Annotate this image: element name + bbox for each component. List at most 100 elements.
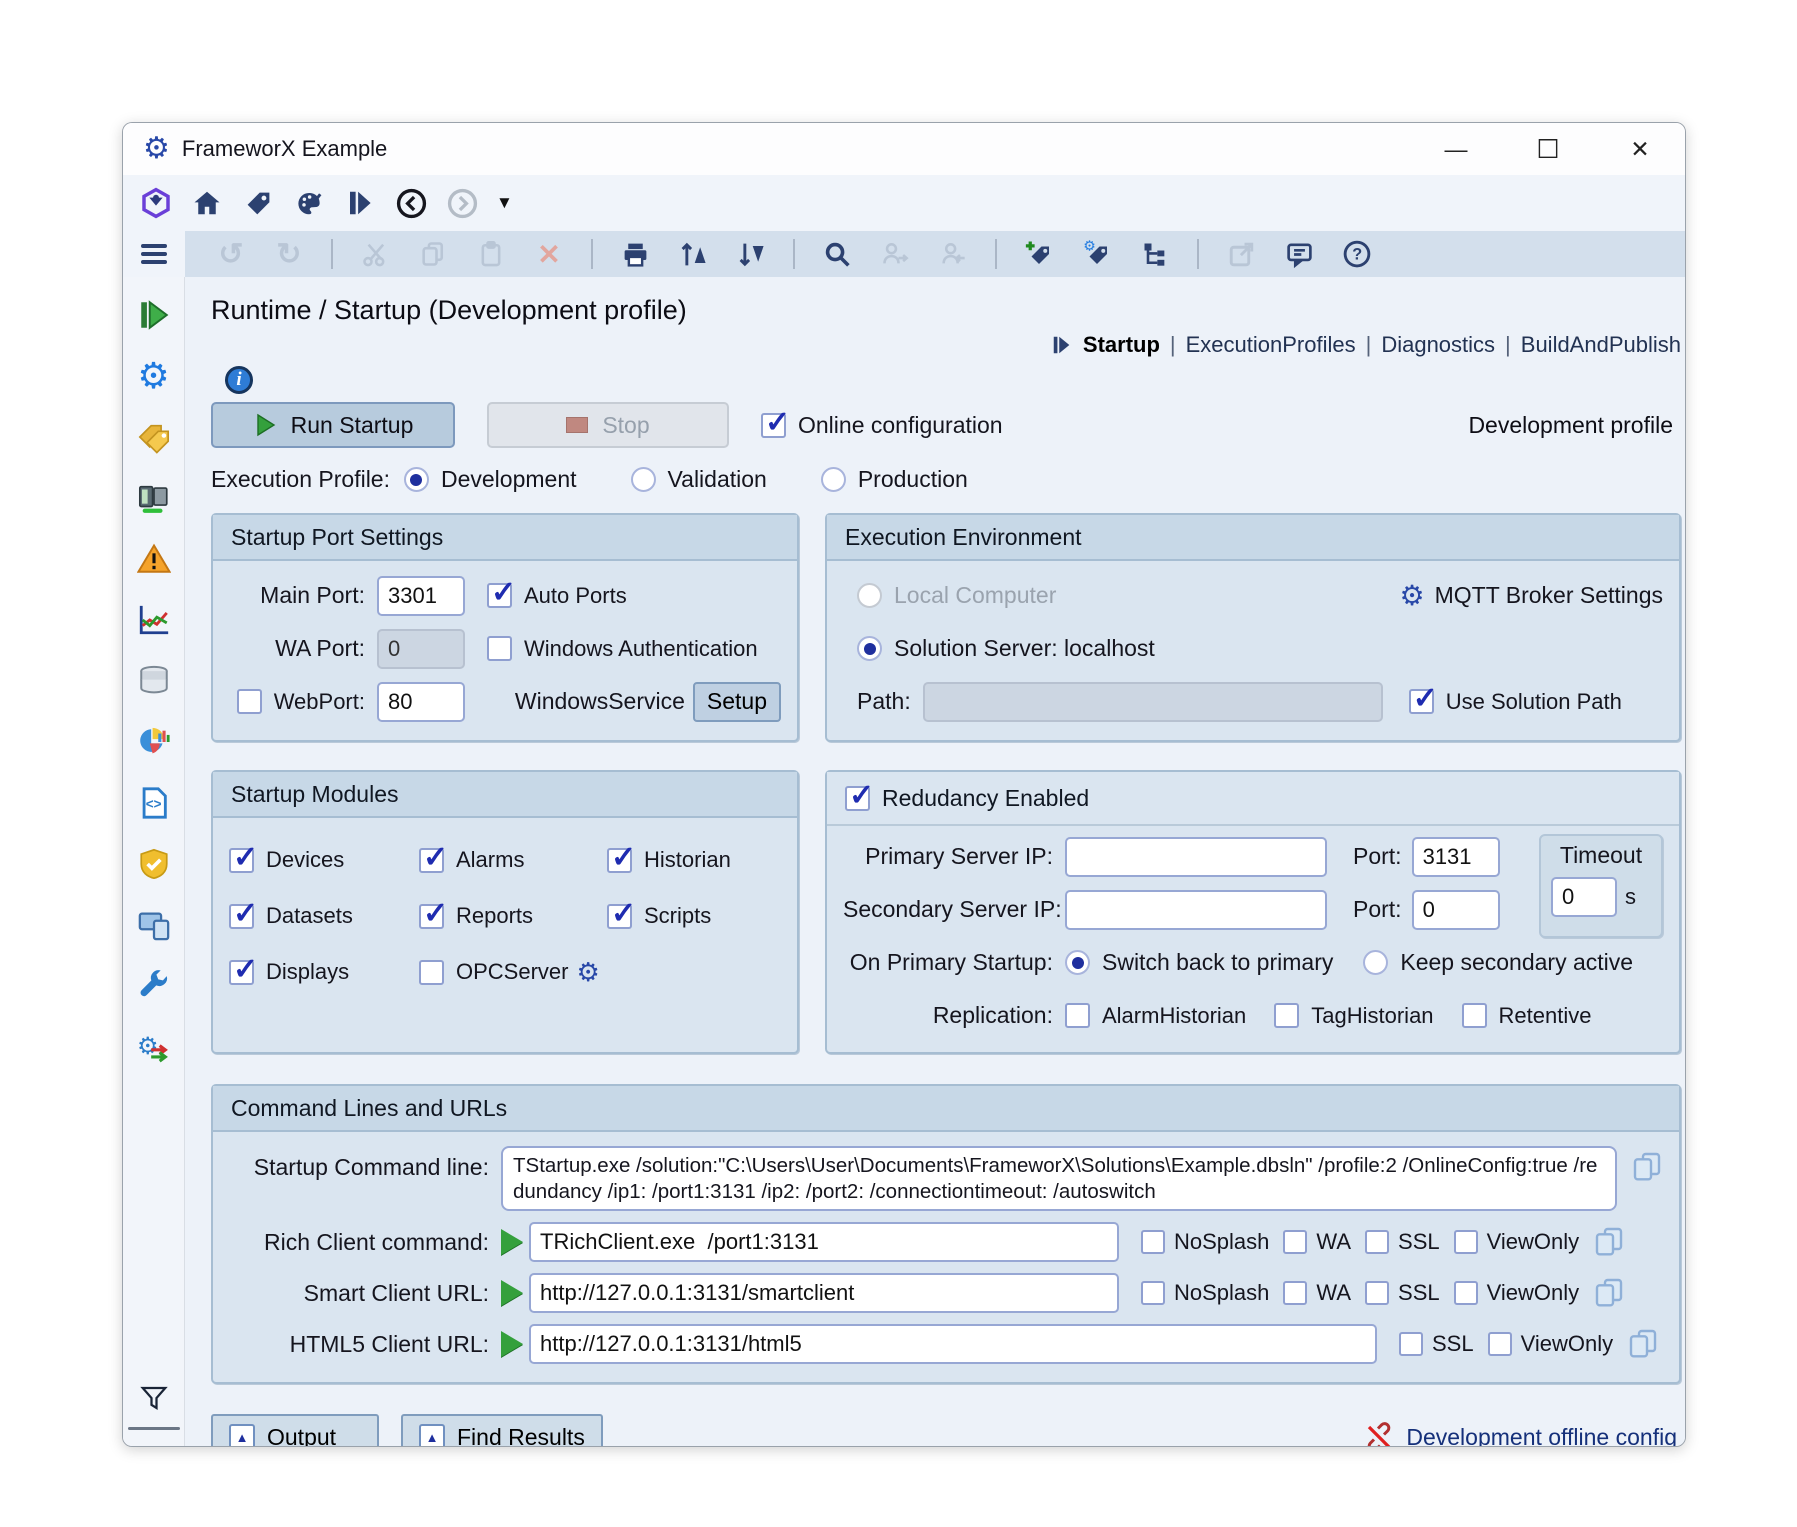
run-startup-button[interactable]: Run Startup (211, 402, 455, 448)
stop-button[interactable]: Stop (487, 402, 729, 448)
replication-alarmhistorian-checkbox[interactable]: AlarmHistorian (1065, 1003, 1246, 1029)
close-button[interactable]: ✕ (1625, 136, 1655, 163)
find-results-panel-button[interactable]: ▲ Find Results (401, 1414, 603, 1447)
copy-rich-client-icon[interactable] (1593, 1225, 1625, 1257)
module-historian-checkbox[interactable]: Historian (607, 847, 731, 873)
module-devices-checkbox[interactable]: Devices (229, 847, 419, 873)
delete-icon[interactable]: ✕ (533, 238, 565, 270)
sidebar-runtime-icon[interactable] (136, 297, 172, 333)
tags-icon[interactable] (241, 186, 275, 220)
sidebar-devices-icon[interactable] (136, 480, 172, 516)
sidebar-tools-icon[interactable] (136, 968, 172, 1004)
smart-client-url-input[interactable] (529, 1273, 1119, 1313)
add-tag-icon[interactable] (1023, 238, 1055, 270)
secondary-port-input[interactable] (1412, 890, 1500, 930)
rich-viewonly-checkbox[interactable]: ViewOnly (1454, 1229, 1580, 1255)
sidebar-trends-icon[interactable] (136, 602, 172, 638)
timeout-input[interactable] (1551, 877, 1617, 917)
run-html5-client-icon[interactable] (501, 1331, 523, 1357)
redundancy-enabled-checkbox[interactable]: Redudancy Enabled (845, 785, 1089, 812)
smart-viewonly-checkbox[interactable]: ViewOnly (1454, 1280, 1580, 1306)
tab-startup[interactable]: Startup (1083, 332, 1160, 358)
keep-secondary-radio[interactable]: Keep secondary active (1363, 949, 1633, 976)
module-alarms-checkbox[interactable]: Alarms (419, 847, 607, 873)
html5-ssl-checkbox[interactable]: SSL (1399, 1331, 1474, 1357)
sidebar-tags-icon[interactable] (136, 419, 172, 455)
opcserver-settings-icon[interactable]: ⚙ (576, 959, 599, 985)
primary-port-input[interactable] (1412, 837, 1500, 877)
windows-auth-checkbox[interactable]: Windows Authentication (487, 636, 758, 662)
filter-icon[interactable] (139, 1383, 169, 1413)
tab-executionprofiles[interactable]: ExecutionProfiles (1186, 332, 1356, 358)
user-back-icon[interactable] (937, 238, 969, 270)
themes-palette-icon[interactable] (292, 186, 326, 220)
module-reports-checkbox[interactable]: Reports (419, 903, 607, 929)
tree-view-icon[interactable] (1139, 238, 1171, 270)
sidebar-datasets-icon[interactable] (136, 663, 172, 699)
smart-ssl-checkbox[interactable]: SSL (1365, 1280, 1440, 1306)
startup-command-value[interactable]: TStartup.exe /solution:"C:\Users\User\Do… (501, 1146, 1617, 1211)
profile-development-radio[interactable]: Development (404, 466, 577, 493)
run-rich-client-icon[interactable] (501, 1229, 523, 1255)
search-icon[interactable] (821, 238, 853, 270)
resize-grip[interactable] (128, 1427, 180, 1430)
user-forward-icon[interactable] (879, 238, 911, 270)
rich-wa-checkbox[interactable]: WA (1283, 1229, 1351, 1255)
open-external-icon[interactable] (1225, 238, 1257, 270)
online-configuration-checkbox[interactable]: Online configuration (761, 412, 1003, 439)
minimize-button[interactable]: — (1441, 136, 1471, 163)
info-icon[interactable]: i (225, 366, 253, 394)
navigate-forward-icon[interactable] (445, 186, 479, 220)
help-icon[interactable]: ? (1341, 238, 1373, 270)
module-displays-checkbox[interactable]: Displays (229, 959, 419, 985)
sort-descending-icon[interactable] (735, 238, 767, 270)
tab-buildandpublish[interactable]: BuildAndPublish (1521, 332, 1681, 358)
mqtt-broker-settings-link[interactable]: ⚙ MQTT Broker Settings (1400, 582, 1663, 610)
profile-production-radio[interactable]: Production (821, 466, 968, 493)
sidebar-settings-icon[interactable]: ⚙ (136, 358, 172, 394)
rich-nosplash-checkbox[interactable]: NoSplash (1141, 1229, 1269, 1255)
auto-ports-checkbox[interactable]: Auto Ports (487, 583, 627, 609)
sidebar-alarms-icon[interactable] (136, 541, 172, 577)
runtime-play-icon[interactable] (343, 186, 377, 220)
home-icon[interactable] (190, 186, 224, 220)
sidebar-displays-icon[interactable] (136, 907, 172, 943)
tag-settings-icon[interactable]: ⚙ (1081, 238, 1113, 270)
menu-hamburger-icon[interactable] (141, 240, 167, 268)
tab-diagnostics[interactable]: Diagnostics (1381, 332, 1495, 358)
replication-taghistorian-checkbox[interactable]: TagHistorian (1274, 1003, 1433, 1029)
rich-client-command-input[interactable] (529, 1222, 1119, 1262)
comment-icon[interactable] (1283, 238, 1315, 270)
cut-icon[interactable] (359, 238, 391, 270)
sidebar-scripts-icon[interactable]: <> (136, 785, 172, 821)
sidebar-security-icon[interactable] (136, 846, 172, 882)
module-scripts-checkbox[interactable]: Scripts (607, 903, 711, 929)
undo-icon[interactable]: ↺ (215, 238, 247, 270)
html5-viewonly-checkbox[interactable]: ViewOnly (1488, 1331, 1614, 1357)
copy-icon[interactable] (417, 238, 449, 270)
paste-icon[interactable] (475, 238, 507, 270)
sort-ascending-icon[interactable] (677, 238, 709, 270)
smart-wa-checkbox[interactable]: WA (1283, 1280, 1351, 1306)
smart-nosplash-checkbox[interactable]: NoSplash (1141, 1280, 1269, 1306)
solution-server-radio[interactable]: Solution Server: localhost (857, 635, 1155, 662)
windows-service-setup-button[interactable]: Setup (693, 682, 781, 722)
primary-server-ip-input[interactable] (1065, 837, 1327, 877)
replication-retentive-checkbox[interactable]: Retentive (1462, 1003, 1592, 1029)
use-solution-path-checkbox[interactable]: Use Solution Path (1409, 689, 1622, 715)
navigate-back-icon[interactable] (394, 186, 428, 220)
copy-html5-client-icon[interactable] (1627, 1327, 1659, 1359)
redo-icon[interactable]: ↻ (273, 238, 305, 270)
module-datasets-checkbox[interactable]: Datasets (229, 903, 419, 929)
webport-checkbox[interactable]: WebPort: (229, 689, 377, 715)
main-port-input[interactable] (377, 576, 465, 616)
sidebar-reports-icon[interactable] (136, 724, 172, 760)
print-icon[interactable] (619, 238, 651, 270)
history-dropdown-icon[interactable]: ▼ (496, 193, 513, 213)
module-opcserver-checkbox[interactable]: OPCServer (419, 959, 568, 985)
maximize-button[interactable]: ☐ (1533, 134, 1563, 165)
switch-back-radio[interactable]: Switch back to primary (1065, 949, 1333, 976)
secondary-server-ip-input[interactable] (1065, 890, 1327, 930)
sidebar-integration-icon[interactable]: ⚙ (136, 1029, 172, 1065)
profile-validation-radio[interactable]: Validation (631, 466, 767, 493)
